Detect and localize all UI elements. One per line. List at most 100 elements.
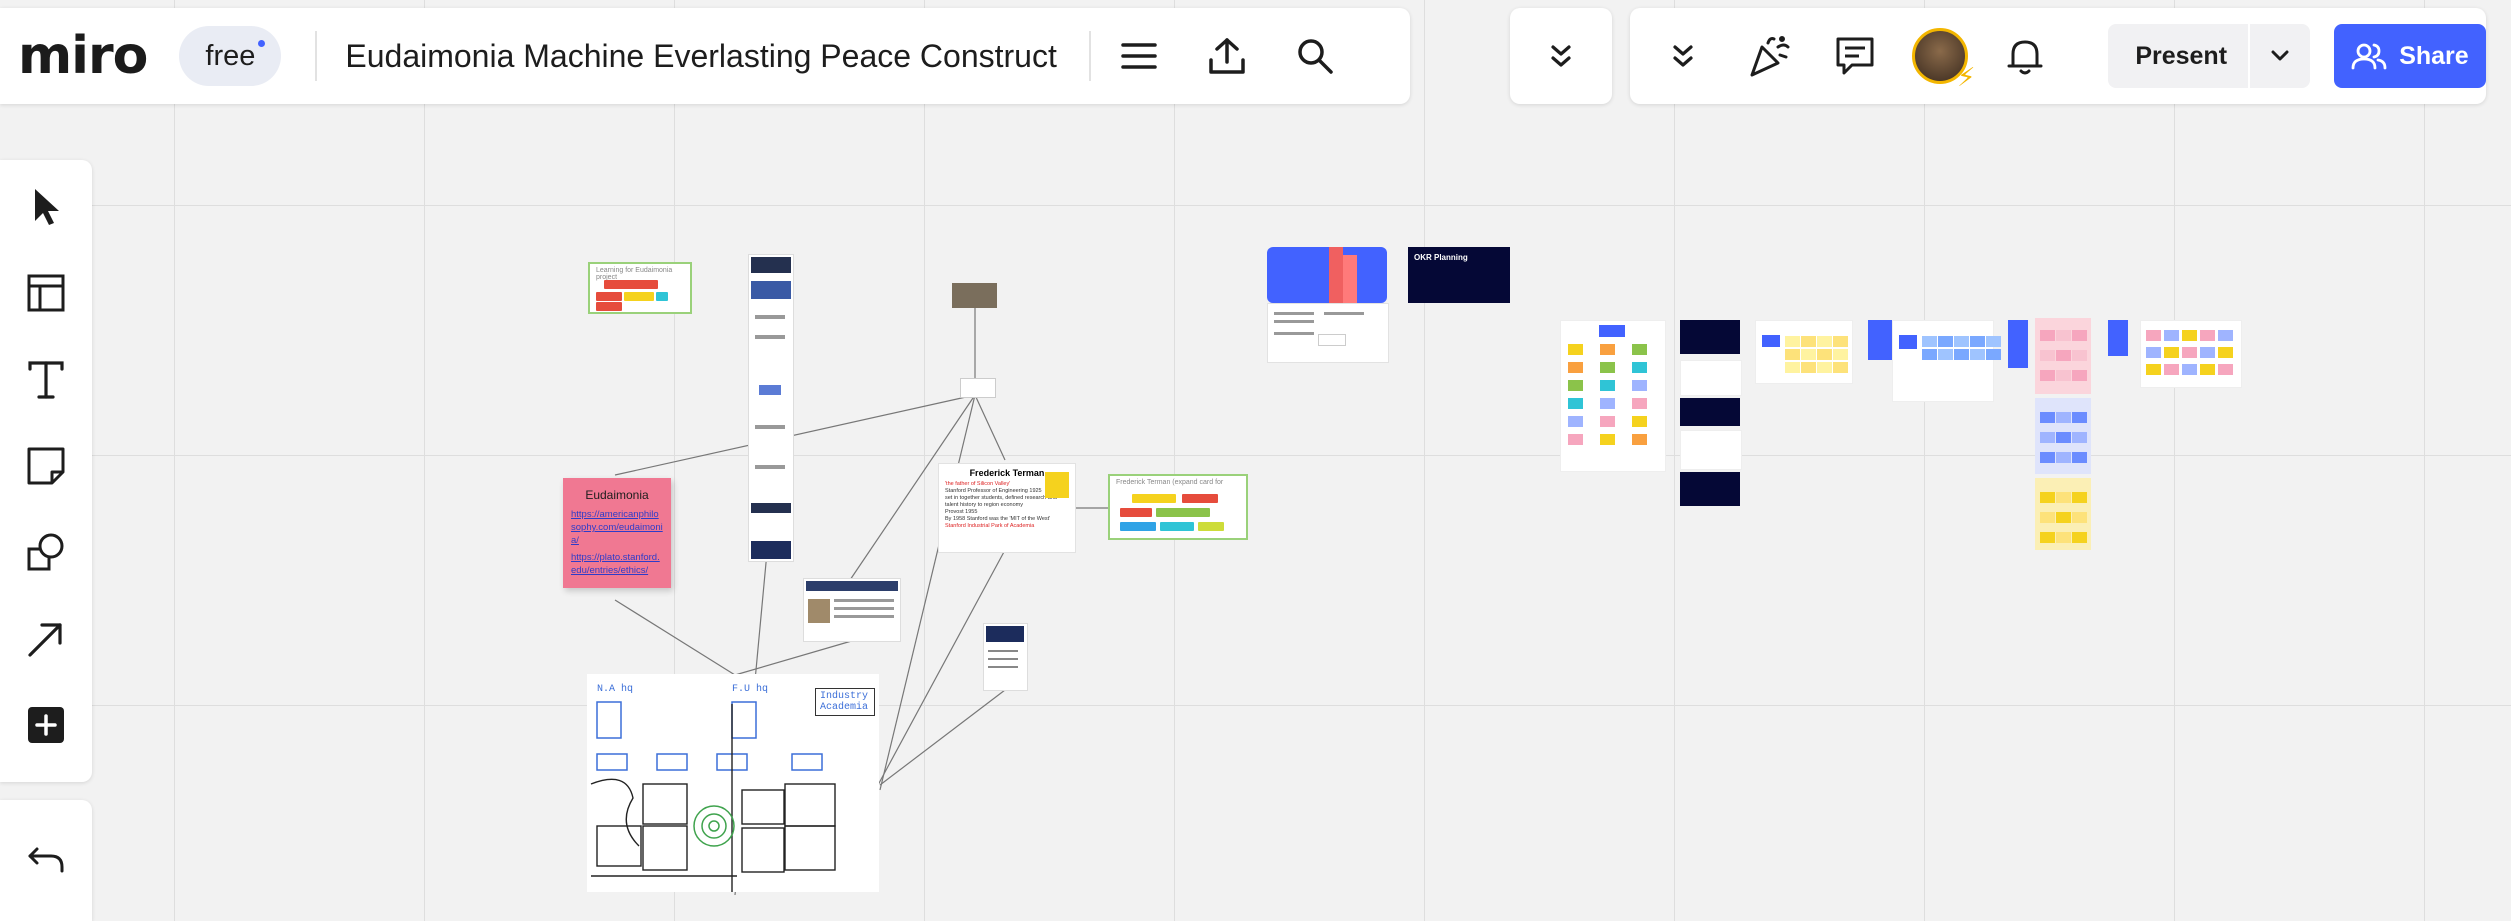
web-screenshot[interactable]: [803, 578, 901, 642]
sticky-swatch: [2200, 330, 2215, 341]
sketch-drawing[interactable]: N.A hq F.U hq Industry Academia: [587, 674, 879, 892]
template-board[interactable]: [1892, 320, 1994, 402]
select-tool[interactable]: [16, 178, 76, 236]
board-title[interactable]: Eudaimonia Machine Everlasting Peace Con…: [345, 38, 1056, 75]
sticky-swatch: [2040, 370, 2055, 381]
doc-thumbnail[interactable]: [983, 623, 1028, 691]
sticky-swatch: [2072, 492, 2087, 503]
sticky-swatch: [1817, 362, 1832, 373]
template-block[interactable]: [2108, 320, 2128, 356]
comments-icon[interactable]: [1826, 26, 1884, 86]
template-dark-card[interactable]: [1680, 472, 1740, 506]
sticky-swatch: [1568, 344, 1583, 355]
screenshot-strip[interactable]: [748, 254, 794, 562]
export-icon[interactable]: [1197, 26, 1257, 86]
sticky-swatch: [2056, 512, 2071, 523]
shapes-icon: [27, 533, 64, 571]
reactions-icon[interactable]: [1740, 26, 1798, 86]
plus-icon: [28, 706, 64, 743]
portrait-image: [1045, 472, 1069, 498]
avatar[interactable]: ⚡: [1912, 28, 1975, 92]
board-canvas[interactable]: Learning for Eudaimonia project Eudaimon…: [0, 0, 2511, 921]
frame-learning[interactable]: Learning for Eudaimonia project: [588, 262, 692, 314]
card-terman[interactable]: Frederick Terman 'the father of Silicon …: [938, 463, 1076, 553]
notifications-icon[interactable]: [1996, 26, 2054, 86]
undo-button[interactable]: [16, 830, 76, 890]
sticky-eudaimonia[interactable]: Eudaimonia https://americanphilosophy.co…: [563, 478, 671, 588]
sticky-swatch: [1568, 398, 1583, 409]
sticky-swatch: [2182, 330, 2197, 341]
sticky-swatch: [2182, 347, 2197, 358]
sticky-swatch: [2072, 512, 2087, 523]
sticky-swatch: [2040, 512, 2055, 523]
sticky-swatch: [2040, 452, 2055, 463]
template-block[interactable]: [2008, 320, 2028, 368]
present-dropdown[interactable]: [2247, 24, 2310, 88]
chevron-down-icon: [2271, 50, 2289, 61]
connector-line[interactable]: [614, 599, 736, 676]
sticky-swatch: [1568, 362, 1583, 373]
shapes-tool[interactable]: [16, 523, 76, 581]
connector-line[interactable]: [614, 394, 976, 476]
bar-shape: [596, 302, 622, 311]
sticky-swatch: [2146, 330, 2161, 341]
sticky-link[interactable]: https://plato.stanford.edu/entries/ethic…: [563, 551, 671, 577]
more-tools[interactable]: [16, 696, 76, 754]
sticky-swatch: [1938, 336, 1953, 347]
okr-banner[interactable]: [1267, 247, 1387, 303]
connector-tool[interactable]: [16, 609, 76, 667]
sticky-note-tool[interactable]: [16, 437, 76, 495]
sticky-swatch: [1922, 336, 1937, 347]
image-node[interactable]: [952, 283, 997, 308]
miro-logo[interactable]: miro: [18, 26, 148, 86]
sticky-swatch: [1801, 336, 1816, 347]
sticky-swatch: [1568, 416, 1583, 427]
sticky-swatch: [2146, 364, 2161, 375]
sticky-swatch: [1970, 349, 1985, 360]
sticky-swatch: [2040, 330, 2055, 341]
search-icon[interactable]: [1285, 26, 1345, 86]
sticky-swatch: [1954, 336, 1969, 347]
sticky-swatch: [2040, 492, 2055, 503]
template-dark-card[interactable]: [1680, 398, 1740, 426]
sticky-swatch: [1833, 362, 1848, 373]
text-tool[interactable]: [16, 351, 76, 409]
okr-title-card[interactable]: OKR Planning: [1408, 247, 1510, 303]
template-dark-card[interactable]: [1680, 320, 1740, 354]
sticky-swatch: [2072, 370, 2087, 381]
okr-details-card[interactable]: [1267, 303, 1389, 363]
collapse-toolbar-button[interactable]: [1510, 8, 1612, 104]
templates-tool[interactable]: [16, 264, 76, 322]
arrow-icon: [28, 622, 62, 657]
chevron-double-down-icon[interactable]: [1654, 26, 1712, 86]
sticky-swatch: [1801, 349, 1816, 360]
sticky-swatch: [2056, 452, 2071, 463]
layout-icon: [27, 274, 65, 312]
sticky-swatch: [2040, 350, 2055, 361]
undo-icon: [28, 847, 64, 873]
sticky-swatch: [2164, 347, 2179, 358]
sticky-swatch: [1817, 349, 1832, 360]
present-button[interactable]: Present: [2108, 24, 2310, 88]
template-block[interactable]: [1868, 320, 1892, 360]
template-grid-colors[interactable]: [1560, 320, 1666, 472]
template-white-card[interactable]: [1680, 360, 1742, 396]
plan-badge[interactable]: free: [179, 26, 282, 86]
sticky-swatch: [2164, 330, 2179, 341]
sticky-swatch: [2056, 432, 2071, 443]
template-white-card[interactable]: [1680, 430, 1742, 470]
card-line: Stanford Industrial Park of Academia: [945, 523, 1035, 529]
sticky-swatch: [1785, 362, 1800, 373]
connector-line[interactable]: [879, 689, 1006, 786]
menu-icon[interactable]: [1109, 26, 1169, 86]
cursor-icon: [35, 189, 59, 226]
hub-node[interactable]: [960, 378, 996, 398]
connector-line[interactable]: [734, 639, 856, 676]
sticky-title: Eudaimonia: [585, 488, 649, 502]
frame-terman[interactable]: Frederick Terman (expand card for: [1108, 474, 1248, 540]
users-icon: [2351, 43, 2387, 70]
sticky-swatch: [1568, 434, 1583, 445]
sticky-link[interactable]: https://americanphilosophy.com/eudaimoni…: [563, 508, 671, 547]
share-button[interactable]: Share: [2333, 24, 2486, 88]
connector-line[interactable]: [974, 394, 1006, 461]
